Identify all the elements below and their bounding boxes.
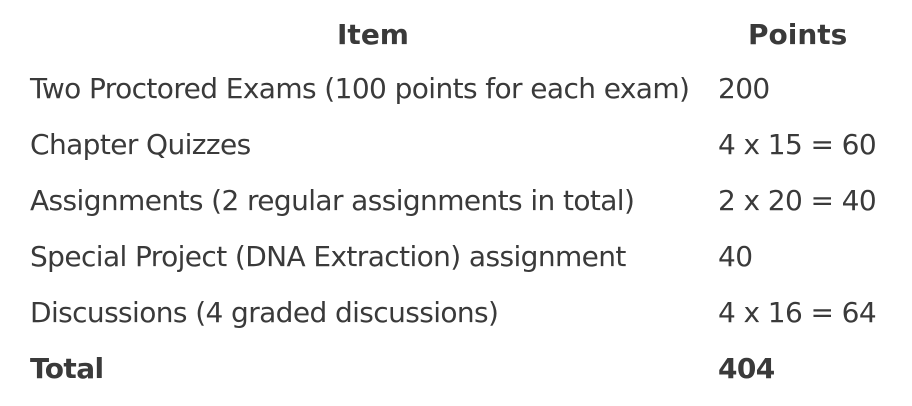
- points-cell: 4 x 15 = 60: [718, 127, 877, 161]
- item-cell: Special Project (DNA Extraction) assignm…: [30, 239, 626, 273]
- item-cell: Two Proctored Exams (100 points for each…: [30, 71, 690, 105]
- points-cell: 4 x 16 = 64: [718, 295, 877, 329]
- item-cell: Assignments (2 regular assignments in to…: [30, 183, 635, 217]
- table-header-row: Item Points: [30, 8, 890, 60]
- item-column-header: Item: [337, 17, 409, 51]
- points-column-header: Points: [748, 17, 848, 51]
- table-row: Two Proctored Exams (100 points for each…: [30, 60, 890, 116]
- total-points: 404: [718, 351, 775, 385]
- points-cell: 2 x 20 = 40: [718, 183, 877, 217]
- points-cell: 40: [718, 239, 753, 273]
- points-cell: 200: [718, 71, 770, 105]
- item-cell: Chapter Quizzes: [30, 127, 251, 161]
- total-label: Total: [30, 351, 104, 385]
- table-row: Discussions (4 graded discussions) 4 x 1…: [30, 284, 890, 340]
- table-row: Chapter Quizzes 4 x 15 = 60: [30, 116, 890, 172]
- table-row: Assignments (2 regular assignments in to…: [30, 172, 890, 228]
- table-row: Special Project (DNA Extraction) assignm…: [30, 228, 890, 284]
- item-cell: Discussions (4 graded discussions): [30, 295, 499, 329]
- grading-table: Item Points Two Proctored Exams (100 poi…: [30, 8, 890, 396]
- total-row: Total 404: [30, 340, 890, 396]
